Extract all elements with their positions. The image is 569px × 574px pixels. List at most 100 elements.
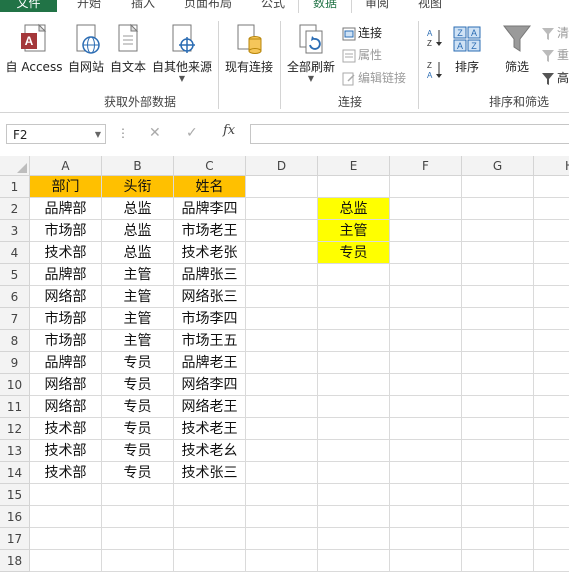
cell[interactable]: 市场李四: [174, 308, 246, 330]
cell[interactable]: [102, 506, 174, 528]
cell[interactable]: [534, 550, 569, 572]
row-header[interactable]: 7: [0, 308, 30, 330]
cell[interactable]: 品牌张三: [174, 264, 246, 286]
cell[interactable]: [246, 352, 318, 374]
refresh-all-button[interactable]: 全部刷新 ▼: [284, 23, 338, 83]
cell[interactable]: [462, 396, 534, 418]
cell[interactable]: 部门: [30, 176, 102, 198]
cell[interactable]: 技术部: [30, 440, 102, 462]
clear-filter-button[interactable]: 清: [541, 24, 569, 41]
column-header[interactable]: C: [174, 156, 246, 176]
column-header[interactable]: B: [102, 156, 174, 176]
sort-descending-button[interactable]: Z A: [426, 59, 446, 81]
cell[interactable]: 技术老张: [174, 242, 246, 264]
cell[interactable]: 网络部: [30, 286, 102, 308]
cell[interactable]: [246, 264, 318, 286]
filter-button[interactable]: 筛选: [498, 23, 536, 75]
cell[interactable]: 技术老王: [174, 418, 246, 440]
cell[interactable]: [534, 396, 569, 418]
cell[interactable]: [246, 374, 318, 396]
cell[interactable]: 市场老王: [174, 220, 246, 242]
from-web-button[interactable]: 自网站: [66, 23, 106, 75]
cell[interactable]: 专员: [102, 396, 174, 418]
cell[interactable]: [534, 264, 569, 286]
cell[interactable]: [390, 396, 462, 418]
cell[interactable]: [390, 506, 462, 528]
cell[interactable]: [462, 506, 534, 528]
cell[interactable]: [462, 176, 534, 198]
cell[interactable]: [390, 286, 462, 308]
cell[interactable]: 品牌部: [30, 264, 102, 286]
cell[interactable]: [390, 418, 462, 440]
cell[interactable]: [390, 352, 462, 374]
cell[interactable]: 市场部: [30, 220, 102, 242]
name-box[interactable]: F2 ▼: [6, 124, 106, 144]
cell[interactable]: 网络部: [30, 396, 102, 418]
row-header[interactable]: 18: [0, 550, 30, 572]
cell[interactable]: [174, 484, 246, 506]
cell[interactable]: [534, 308, 569, 330]
sort-ascending-button[interactable]: A Z: [426, 27, 446, 49]
cell[interactable]: [534, 220, 569, 242]
insert-function-button[interactable]: fx: [223, 123, 235, 138]
cell[interactable]: 市场部: [30, 308, 102, 330]
column-header[interactable]: A: [30, 156, 102, 176]
cell[interactable]: [318, 484, 390, 506]
from-other-sources-button[interactable]: 自其他来源 ▼: [150, 23, 214, 83]
cell[interactable]: [462, 484, 534, 506]
connections-button[interactable]: 连接: [342, 24, 382, 41]
row-header[interactable]: 14: [0, 462, 30, 484]
cell[interactable]: [318, 506, 390, 528]
cell[interactable]: [174, 506, 246, 528]
cell[interactable]: [246, 396, 318, 418]
cell[interactable]: [318, 330, 390, 352]
cell[interactable]: 品牌部: [30, 352, 102, 374]
cell[interactable]: 总监: [102, 242, 174, 264]
cell[interactable]: [318, 418, 390, 440]
column-header[interactable]: D: [246, 156, 318, 176]
cell[interactable]: 专员: [318, 242, 390, 264]
cell[interactable]: [462, 308, 534, 330]
cell[interactable]: [246, 550, 318, 572]
row-header[interactable]: 17: [0, 528, 30, 550]
row-header[interactable]: 15: [0, 484, 30, 506]
cell[interactable]: [246, 286, 318, 308]
cell[interactable]: 主管: [102, 286, 174, 308]
cell[interactable]: [462, 374, 534, 396]
cell[interactable]: 主管: [318, 220, 390, 242]
cell[interactable]: [534, 176, 569, 198]
cell[interactable]: [462, 528, 534, 550]
cell[interactable]: [390, 242, 462, 264]
existing-connections-button[interactable]: 现有连接: [222, 23, 276, 75]
from-access-button[interactable]: A 自 Access: [4, 23, 64, 75]
cell[interactable]: [534, 352, 569, 374]
more-icon[interactable]: ⋮: [117, 126, 129, 140]
cell[interactable]: [534, 242, 569, 264]
select-all-button[interactable]: [0, 156, 30, 176]
row-header[interactable]: 3: [0, 220, 30, 242]
cell[interactable]: 技术老幺: [174, 440, 246, 462]
cell[interactable]: [462, 264, 534, 286]
cell[interactable]: [318, 396, 390, 418]
cell[interactable]: [390, 440, 462, 462]
cell[interactable]: 专员: [102, 374, 174, 396]
row-header[interactable]: 9: [0, 352, 30, 374]
column-header[interactable]: H: [534, 156, 569, 176]
tab-file[interactable]: 文件: [0, 0, 57, 12]
cell[interactable]: 专员: [102, 462, 174, 484]
cell[interactable]: 专员: [102, 440, 174, 462]
cell[interactable]: [462, 440, 534, 462]
cell[interactable]: [534, 462, 569, 484]
cell[interactable]: 网络李四: [174, 374, 246, 396]
cell[interactable]: 技术部: [30, 418, 102, 440]
cell[interactable]: [246, 528, 318, 550]
row-header[interactable]: 8: [0, 330, 30, 352]
cell[interactable]: [390, 176, 462, 198]
cell[interactable]: [318, 528, 390, 550]
cell[interactable]: [246, 462, 318, 484]
cell[interactable]: 专员: [102, 418, 174, 440]
cell[interactable]: 头衔: [102, 176, 174, 198]
cell[interactable]: [462, 550, 534, 572]
tab-formulas[interactable]: 公式: [258, 0, 288, 12]
properties-button[interactable]: 属性: [342, 46, 382, 63]
